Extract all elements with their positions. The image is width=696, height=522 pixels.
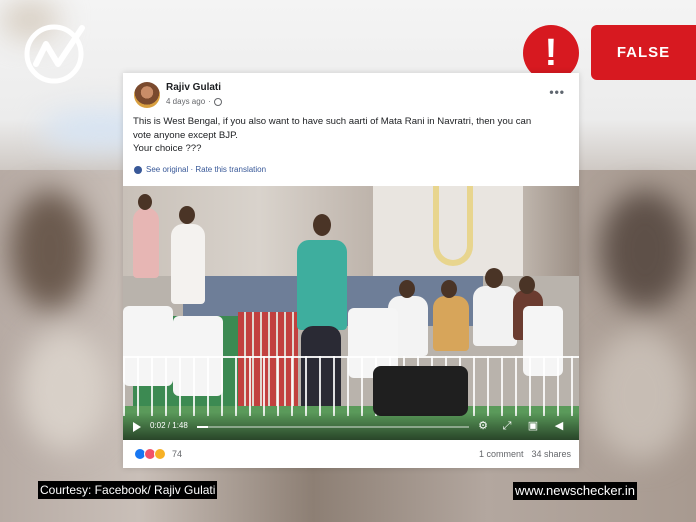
post-text-line: vote anyone except BJP. — [133, 129, 238, 141]
haha-reaction-icon — [154, 448, 166, 460]
post-footer: 74 1 comment 34 shares — [123, 440, 579, 468]
verdict-badge: FALSE — [591, 25, 696, 80]
post-text-line: Your choice ??? — [133, 143, 202, 154]
video-player[interactable]: 0:02 / 1:48 ⚙ ⤢ ▣ ◀ — [123, 186, 579, 440]
post-time[interactable]: 4 days ago — [166, 97, 205, 106]
post-meta: 4 days ago · — [166, 97, 222, 106]
post-text: This is West Bengal, if you also want to… — [123, 113, 579, 161]
post-header: Rajiv Gulati 4 days ago · ••• — [123, 73, 579, 113]
translation-bar: See original · Rate this translation — [123, 161, 579, 181]
globe-icon — [213, 97, 222, 106]
reaction-count: 74 — [172, 449, 183, 459]
video-progress-bar[interactable] — [197, 426, 469, 428]
newschecker-logo — [20, 20, 94, 86]
fullscreen-icon[interactable]: ⤢ — [501, 420, 513, 432]
picture-in-picture-icon[interactable]: ▣ — [527, 420, 539, 432]
author-name[interactable]: Rajiv Gulati — [166, 82, 221, 93]
courtesy-caption: Courtesy: Facebook/ Rajiv Gulati — [38, 481, 218, 499]
post-text-line: This is West Bengal, if you also want to… — [133, 116, 532, 127]
comments-count[interactable]: 1 comment — [479, 449, 524, 459]
more-options-icon[interactable]: ••• — [549, 85, 565, 99]
volume-icon[interactable]: ◀ — [553, 420, 565, 432]
video-controls: 0:02 / 1:48 ⚙ ⤢ ▣ ◀ — [123, 412, 579, 440]
play-icon[interactable] — [133, 422, 141, 432]
site-url: www.newschecker.in — [513, 482, 637, 500]
settings-icon[interactable]: ⚙ — [477, 420, 489, 432]
rate-translation-link[interactable]: Rate this translation — [195, 165, 266, 174]
facebook-post-card: Rajiv Gulati 4 days ago · ••• This is We… — [123, 73, 579, 468]
gear-icon — [134, 166, 142, 174]
shares-count[interactable]: 34 shares — [531, 449, 571, 459]
video-time: 0:02 / 1:48 — [150, 421, 188, 430]
reactions[interactable]: 74 — [134, 448, 182, 460]
see-original-link[interactable]: See original — [146, 165, 188, 174]
avatar[interactable] — [134, 82, 160, 108]
video-progress-fill — [197, 426, 208, 428]
